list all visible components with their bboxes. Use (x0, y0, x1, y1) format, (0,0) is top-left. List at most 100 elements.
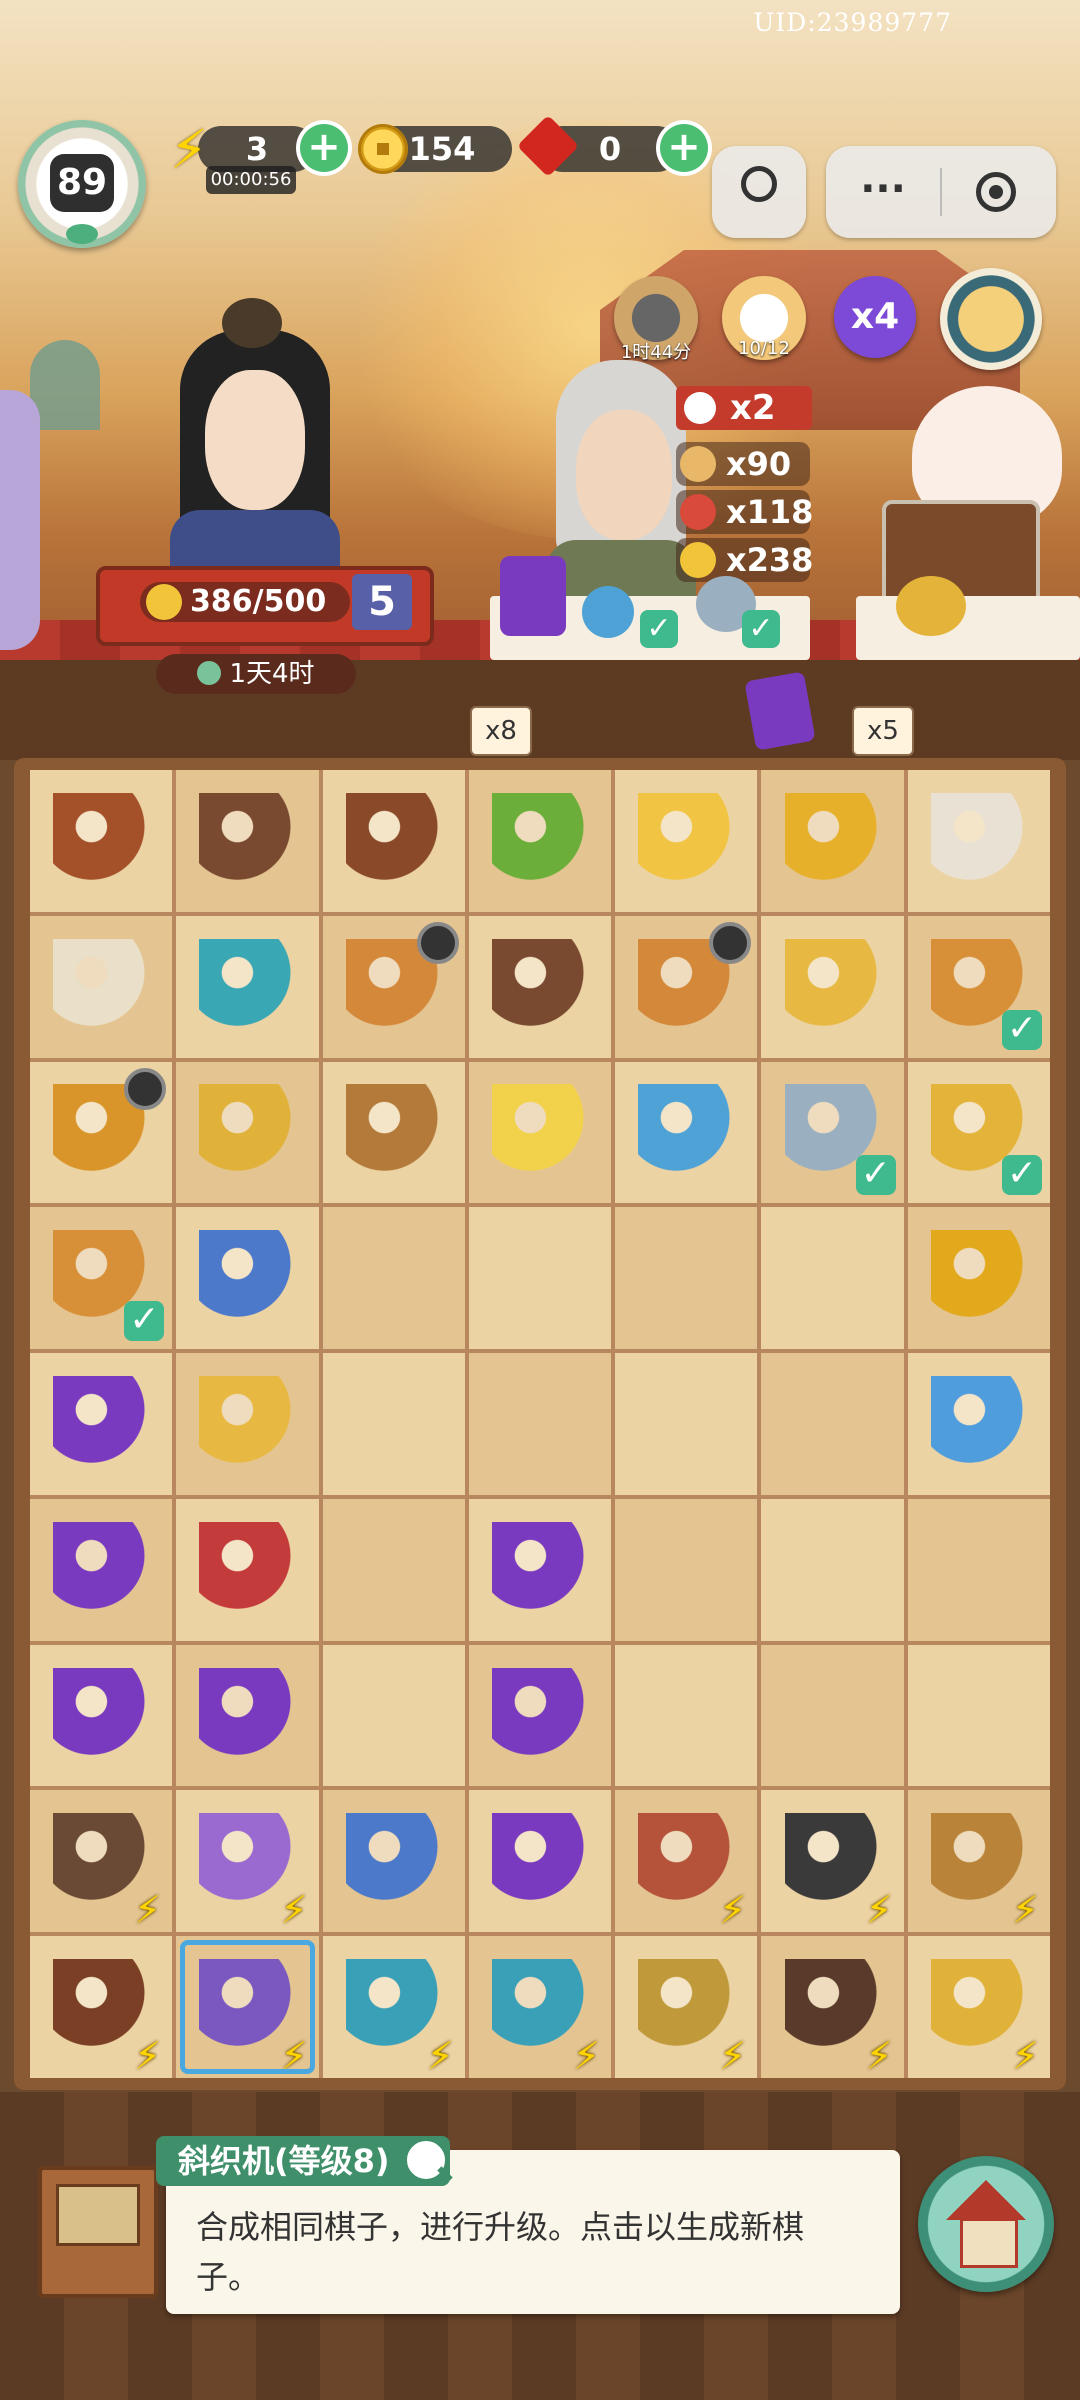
board-cell[interactable] (761, 915, 904, 1058)
board-cell[interactable] (761, 1644, 904, 1787)
wooden-box-item[interactable] (491, 938, 588, 1035)
board-cell[interactable]: ⚡ (30, 1790, 173, 1933)
embroidered-pouch-item[interactable] (53, 1521, 150, 1618)
board-cell[interactable]: ⚡ (30, 1936, 173, 2078)
board-cell[interactable] (615, 1353, 758, 1495)
board-cell[interactable] (468, 915, 612, 1058)
silk-cocoons-item[interactable] (930, 792, 1027, 889)
board-cell[interactable] (468, 1498, 612, 1641)
board-cell[interactable]: ⚡ (761, 1936, 904, 2078)
board-cell[interactable] (468, 770, 612, 912)
shop-event-button[interactable] (940, 268, 1042, 370)
board-cell[interactable] (468, 1790, 612, 1933)
board-cell[interactable]: ⚡ (761, 1790, 904, 1933)
board-cell[interactable] (322, 1644, 465, 1787)
board-cell[interactable] (176, 1353, 319, 1495)
cotton-spindle-item[interactable] (53, 938, 150, 1035)
sparrow-item[interactable] (345, 1084, 442, 1181)
purple-sachet-item[interactable] (491, 1667, 588, 1764)
bamboo-item[interactable] (491, 792, 588, 889)
storage-cabinet-button[interactable] (38, 2166, 158, 2298)
wooden-tray-item[interactable] (199, 792, 296, 889)
fried-egg-item[interactable] (199, 1375, 296, 1472)
board-cell[interactable] (468, 1353, 612, 1495)
tea-bowl-item[interactable] (345, 1813, 442, 1910)
board-cell[interactable]: ⚡ (176, 1790, 319, 1933)
board-cell[interactable] (322, 1790, 465, 1933)
board-cell[interactable] (468, 1644, 612, 1787)
copper-coins-item[interactable] (930, 1230, 1027, 1327)
board-cell[interactable] (322, 1207, 465, 1350)
board-cell[interactable] (615, 1644, 758, 1787)
tea-cup-item[interactable] (199, 1230, 296, 1327)
board-cell[interactable]: ⚡ (907, 1790, 1050, 1933)
side-panel-tab[interactable] (0, 390, 40, 650)
multiplier-button[interactable]: x4 (834, 276, 916, 358)
board-cell[interactable] (30, 770, 173, 912)
add-gems-button[interactable]: + (660, 124, 708, 172)
yellow-bird-item[interactable] (784, 792, 881, 889)
board-cell[interactable] (30, 1353, 173, 1495)
board-cell[interactable] (761, 1207, 904, 1350)
add-energy-button[interactable]: + (300, 124, 348, 172)
board-cell[interactable] (615, 1061, 758, 1204)
purple-scroll-item[interactable] (199, 1667, 296, 1764)
board-cell[interactable] (907, 1353, 1050, 1495)
board-cell[interactable]: ✓ (30, 1207, 173, 1350)
board-cell[interactable] (30, 1061, 173, 1204)
board-cell[interactable] (322, 915, 465, 1058)
cinnamon-bundle-item[interactable] (53, 792, 150, 889)
board-cell[interactable] (615, 1498, 758, 1641)
board-cell[interactable] (761, 1498, 904, 1641)
jade-pot-item[interactable] (199, 938, 296, 1035)
nest-item[interactable] (345, 792, 442, 889)
purple-purse-item[interactable] (491, 1813, 588, 1910)
pavilion-shop-button[interactable] (918, 2156, 1054, 2292)
board-cell[interactable]: ✓ (761, 1061, 904, 1204)
egg-fried-rice-item[interactable] (491, 1084, 588, 1181)
board-cell[interactable] (907, 1644, 1050, 1787)
embroidered-pouch-item[interactable] (53, 1667, 150, 1764)
board-cell[interactable] (322, 770, 465, 912)
board-cell[interactable] (322, 1061, 465, 1204)
board-cell[interactable] (615, 1207, 758, 1350)
chicks-nest-item[interactable] (638, 792, 735, 889)
board-cell[interactable] (176, 1644, 319, 1787)
board-cell[interactable]: ⚡ (322, 1936, 465, 2078)
board-cell[interactable]: ✓ (907, 915, 1050, 1058)
more-button[interactable]: ··· (826, 146, 940, 238)
board-cell[interactable] (615, 915, 758, 1058)
board-cell[interactable] (176, 1498, 319, 1641)
board-cell[interactable] (176, 770, 319, 912)
board-cell[interactable] (761, 770, 904, 912)
board-cell[interactable]: ✓ (907, 1061, 1050, 1204)
red-scrolls-item[interactable] (199, 1521, 296, 1618)
board-cell[interactable] (322, 1353, 465, 1495)
gold-bracelet-item[interactable] (199, 1084, 296, 1181)
board-cell[interactable]: ⚡ (615, 1790, 758, 1933)
fried-rice-bowl-item[interactable] (784, 938, 881, 1035)
board-cell[interactable] (761, 1353, 904, 1495)
beaded-bracelet-item[interactable] (930, 1375, 1027, 1472)
board-cell[interactable] (176, 1061, 319, 1204)
board-cell[interactable] (615, 770, 758, 912)
blue-hairpin-item[interactable] (638, 1084, 735, 1181)
board-cell[interactable] (907, 770, 1050, 912)
board-cell[interactable]: ⚡ (907, 1936, 1050, 2078)
purple-compact-item[interactable] (491, 1521, 588, 1618)
player-level-badge[interactable]: 89 (18, 120, 146, 248)
board-cell[interactable] (907, 1498, 1050, 1641)
board-cell[interactable]: ⚡ (468, 1936, 612, 2078)
board-cell[interactable]: ⚡ (615, 1936, 758, 2078)
board-cell[interactable] (176, 915, 319, 1058)
board-cell[interactable] (468, 1061, 612, 1204)
board-cell[interactable] (907, 1207, 1050, 1350)
magnifier-button[interactable] (402, 2136, 453, 2184)
board-cell[interactable]: ⚡ (176, 1936, 319, 2078)
purple-handbag-item[interactable] (53, 1375, 150, 1472)
board-cell[interactable] (30, 1498, 173, 1641)
board-cell[interactable] (468, 1207, 612, 1350)
board-cell[interactable] (322, 1498, 465, 1641)
board-cell[interactable] (30, 915, 173, 1058)
board-cell[interactable] (176, 1207, 319, 1350)
